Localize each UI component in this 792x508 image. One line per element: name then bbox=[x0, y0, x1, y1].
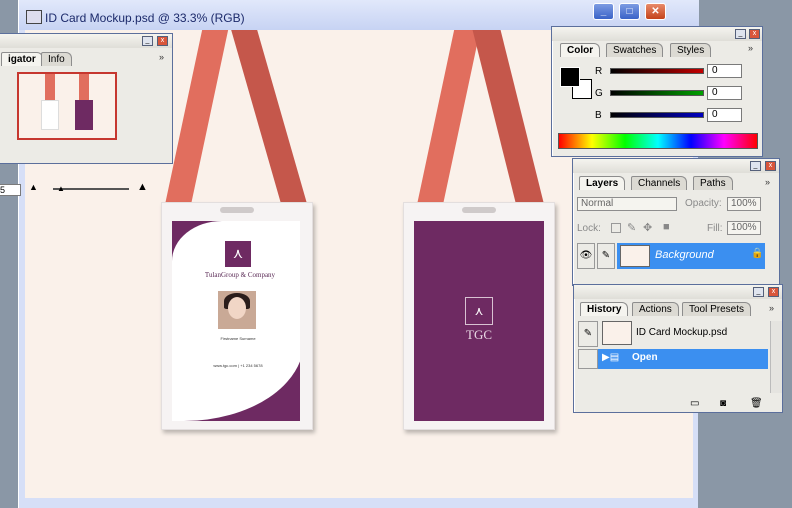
blend-mode-select[interactable]: Normal bbox=[577, 197, 677, 211]
green-channel-label: G bbox=[595, 88, 603, 99]
id-card-front: ⋏ TulanGroup & Company Firstname Surname… bbox=[172, 221, 300, 421]
color-spectrum-bar[interactable] bbox=[558, 133, 758, 149]
snapshot-name[interactable]: ID Card Mockup.psd bbox=[636, 327, 727, 338]
panel-close-button[interactable]: x bbox=[157, 36, 168, 46]
panel-titlebar[interactable] bbox=[574, 285, 782, 299]
fill-label: Fill: bbox=[707, 223, 723, 234]
layer-thumbnail bbox=[620, 245, 650, 267]
close-button[interactable]: ✕ bbox=[645, 3, 666, 20]
layer-name: Background bbox=[655, 249, 714, 261]
panel-menu-button[interactable]: » bbox=[765, 177, 770, 187]
employee-photo bbox=[218, 291, 256, 329]
panel-menu-button[interactable]: » bbox=[748, 43, 753, 53]
lock-label: Lock: bbox=[577, 223, 601, 234]
lanyard-strap-right-b bbox=[472, 30, 546, 210]
employee-contact: www.tgc.com | +1 234 5678 bbox=[213, 363, 263, 368]
id-card-holder-front: ⋏ TulanGroup & Company Firstname Surname… bbox=[161, 202, 313, 430]
lock-all-icon[interactable]: ■ bbox=[663, 221, 670, 233]
panel-close-button[interactable]: x bbox=[765, 161, 776, 171]
history-source-box[interactable] bbox=[578, 349, 598, 369]
lock-image-icon[interactable]: ✎ bbox=[627, 221, 636, 234]
panel-minimize-button[interactable]: _ bbox=[142, 36, 153, 46]
opacity-field[interactable]: 100% bbox=[727, 197, 761, 211]
zoom-out-icon[interactable]: ▲ bbox=[29, 182, 38, 192]
holder-slot bbox=[462, 207, 496, 213]
panel-minimize-button[interactable]: _ bbox=[753, 287, 764, 297]
tab-color[interactable]: Color bbox=[560, 43, 601, 57]
history-brush-icon[interactable]: ✎ bbox=[578, 321, 598, 347]
history-state-name: Open bbox=[632, 352, 658, 363]
zoom-slider-handle[interactable]: ▲ bbox=[57, 184, 65, 193]
panel-titlebar[interactable] bbox=[573, 159, 779, 173]
company-logo: ⋏ bbox=[225, 241, 251, 267]
tgc-logo-text: TGC bbox=[466, 327, 492, 342]
photoshop-doc-icon bbox=[26, 10, 42, 24]
tab-navigator[interactable]: igator bbox=[1, 52, 43, 66]
history-panel: _ x History Actions Tool Presets » ✎ ID … bbox=[573, 284, 783, 413]
thumb-lanyard bbox=[45, 74, 55, 100]
thumb-lanyard bbox=[79, 74, 89, 100]
history-state-icon: ▶▤ bbox=[602, 352, 620, 363]
tab-layers[interactable]: Layers bbox=[579, 176, 626, 190]
tab-tool-presets[interactable]: Tool Presets bbox=[682, 302, 752, 316]
history-scrollbar[interactable] bbox=[770, 321, 782, 393]
red-channel-label: R bbox=[595, 66, 603, 77]
navigator-thumbnail[interactable] bbox=[17, 72, 117, 140]
layers-panel: _ x Layers Channels Paths » Normal Opaci… bbox=[572, 158, 780, 286]
red-slider[interactable] bbox=[610, 68, 704, 74]
document-title: ID Card Mockup.psd @ 33.3% (RGB) bbox=[45, 11, 245, 25]
panel-menu-button[interactable]: » bbox=[769, 303, 774, 313]
blue-channel-label: B bbox=[595, 110, 602, 121]
blue-slider[interactable] bbox=[610, 112, 704, 118]
id-card-back: ⋏ TGC bbox=[414, 221, 544, 421]
photo-face bbox=[228, 297, 246, 319]
company-name: TulanGroup & Company bbox=[204, 271, 276, 279]
employee-name: Firstname Surname bbox=[220, 336, 256, 341]
navigator-panel: _ x igator Info » 5 ▲ ▲ ▲ bbox=[0, 33, 173, 196]
panel-minimize-button[interactable]: _ bbox=[750, 161, 761, 171]
red-value-field[interactable]: 0 bbox=[707, 64, 742, 78]
new-snapshot-icon[interactable]: ◙ bbox=[720, 398, 726, 409]
lanyard-strap-left-a bbox=[163, 30, 229, 210]
tab-actions[interactable]: Actions bbox=[632, 302, 679, 316]
blue-value-field[interactable]: 0 bbox=[707, 108, 742, 122]
panel-titlebar[interactable] bbox=[552, 27, 762, 41]
panel-close-button[interactable]: x bbox=[768, 287, 779, 297]
trash-icon[interactable]: 🗑 bbox=[750, 398, 763, 409]
zoom-in-icon[interactable]: ▲ bbox=[137, 181, 148, 193]
tgc-logo-icon: ⋏ bbox=[465, 297, 493, 325]
maximize-button[interactable]: □ bbox=[619, 3, 640, 20]
green-value-field[interactable]: 0 bbox=[707, 86, 742, 100]
fill-field[interactable]: 100% bbox=[727, 221, 761, 235]
snapshot-thumbnail bbox=[602, 321, 632, 345]
panel-close-button[interactable]: x bbox=[749, 29, 760, 39]
navigator-zoom-field[interactable]: 5 bbox=[0, 184, 21, 196]
tab-styles[interactable]: Styles bbox=[670, 43, 712, 57]
visibility-eye-icon[interactable]: 👁 bbox=[577, 243, 595, 269]
foreground-color-swatch[interactable] bbox=[560, 67, 580, 87]
layer-lock-icon: 🔒 bbox=[751, 248, 764, 259]
minimize-button[interactable]: _ bbox=[593, 3, 614, 20]
id-card-holder-back: ⋏ TGC bbox=[403, 202, 555, 430]
lanyard-strap-right-a bbox=[415, 30, 481, 210]
panel-minimize-button[interactable]: _ bbox=[735, 29, 746, 39]
tab-paths[interactable]: Paths bbox=[693, 176, 733, 190]
brush-link-icon[interactable]: ✎ bbox=[597, 243, 615, 269]
thumb-card-front bbox=[41, 100, 59, 130]
layer-row-background[interactable]: Background 🔒 bbox=[617, 243, 765, 269]
new-document-icon[interactable]: ▭ bbox=[690, 398, 699, 409]
green-slider[interactable] bbox=[610, 90, 704, 96]
tab-info[interactable]: Info bbox=[41, 52, 72, 66]
lock-transparent-icon[interactable] bbox=[611, 223, 621, 233]
lanyard-strap-left-b bbox=[231, 30, 309, 210]
holder-slot bbox=[220, 207, 254, 213]
tab-channels[interactable]: Channels bbox=[631, 176, 688, 190]
tab-swatches[interactable]: Swatches bbox=[606, 43, 664, 57]
tab-history[interactable]: History bbox=[580, 302, 629, 316]
panel-menu-button[interactable]: » bbox=[159, 52, 164, 62]
lock-position-icon[interactable]: ✥ bbox=[643, 221, 652, 234]
thumb-card-back bbox=[75, 100, 93, 130]
history-state-open[interactable]: ▶▤ Open bbox=[598, 349, 768, 369]
opacity-label: Opacity: bbox=[685, 198, 722, 209]
